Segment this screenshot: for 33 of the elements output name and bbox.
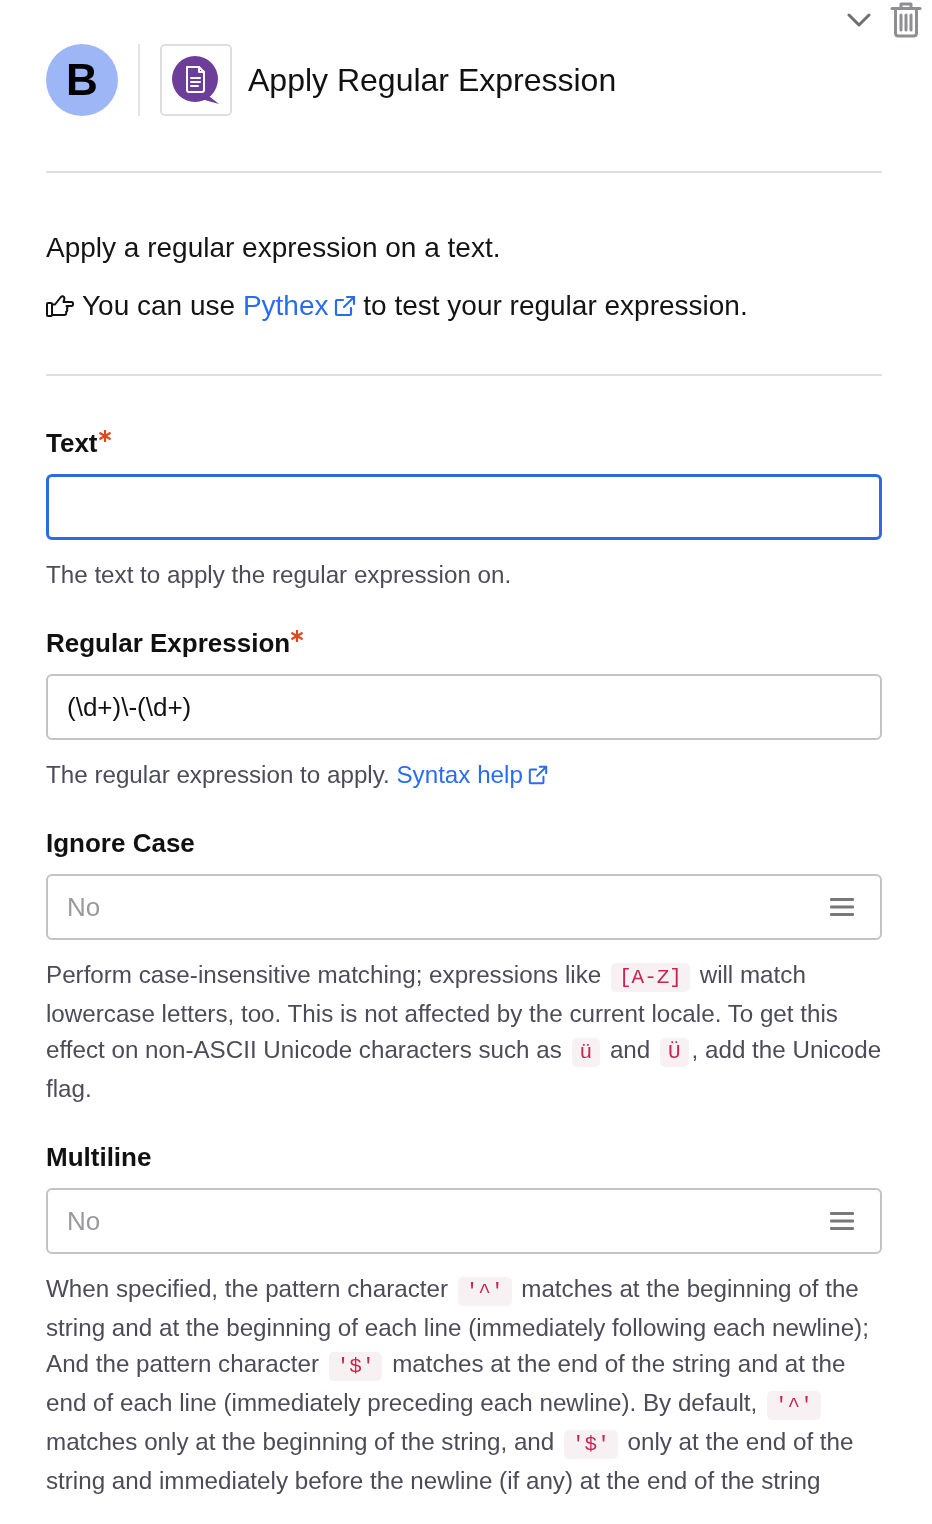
inline-code: '^' xyxy=(767,1391,821,1420)
help-text: When specified, the pattern character '^' matches at the beginning of the string and at the beginning of each line (immediately following each newline); And the pattern character '$' matches at the end of the string and at the end of each line (immediately preceding each newline). By default, '^' matches only at the beginning of the string, and '$' only at the end of the string and immediately before the newline (if any) at the end of the string xyxy=(46,1274,870,1496)
external-link[interactable]: Pythex xyxy=(242,290,356,321)
select-dropdown[interactable]: No xyxy=(46,874,882,940)
menu-icon xyxy=(830,897,854,917)
text-input[interactable] xyxy=(46,474,882,540)
field-label: Ignore Case xyxy=(46,827,195,860)
hand-pointing-right-icon xyxy=(46,293,74,318)
help-text: Perform case-insensitive matching; expressions like [A-Z] will match lowercase letters, too. This is not affected by the current locale. To get this effect on non-ASCII Unicode characters such as ü and Ü , add the Unicode flag. xyxy=(46,960,882,1104)
external-link-icon xyxy=(333,295,356,317)
document-chat-icon xyxy=(160,44,232,116)
avatar: B xyxy=(46,44,118,116)
field-label: Multiline xyxy=(46,1141,152,1174)
trash-icon[interactable] xyxy=(890,2,922,38)
description: Apply a regular expression on a text. xyxy=(46,231,502,265)
inline-code: [A-Z] xyxy=(610,963,690,992)
select-dropdown[interactable]: No xyxy=(46,1188,882,1254)
inline-code: '$' xyxy=(328,1352,383,1381)
inline-code: '$' xyxy=(564,1430,618,1459)
menu-icon xyxy=(830,1211,854,1231)
help-text: The regular expression to apply. Syntax help xyxy=(46,757,882,793)
inline-code: ü xyxy=(571,1038,601,1067)
field-label: Text xyxy=(46,427,98,460)
chevron-down-icon[interactable] xyxy=(847,13,871,27)
field-label: Regular Expression xyxy=(46,627,291,660)
external-link[interactable]: Syntax help xyxy=(396,761,548,788)
page-title: Apply Regular Expression xyxy=(248,61,617,100)
inline-code: Ü xyxy=(659,1038,689,1067)
tip-text: You can use Pythex to test your regular expression. xyxy=(82,289,748,323)
inline-code: '^' xyxy=(457,1277,512,1306)
external-link-icon xyxy=(527,765,548,785)
text-input[interactable]: (\d+)\-(\d+) xyxy=(46,674,882,740)
help-text: The text to apply the regular expression on. xyxy=(46,560,513,590)
